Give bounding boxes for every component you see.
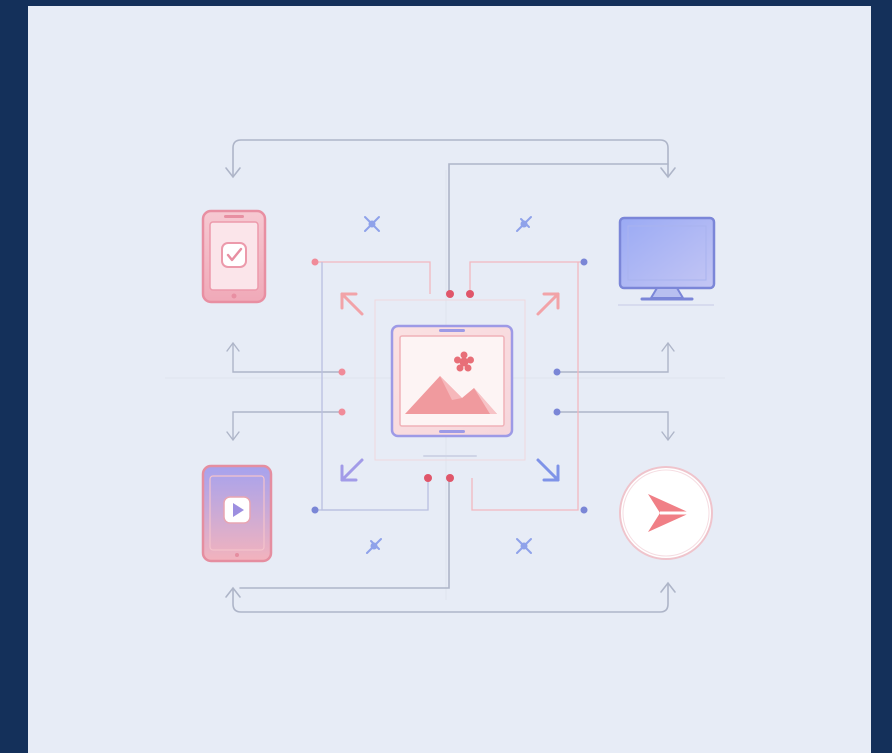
arrow-up-left-icon (340, 292, 364, 316)
sparkle-icon (516, 538, 532, 554)
share-arrow-icon (619, 466, 713, 560)
desktop-monitor-icon (618, 216, 716, 306)
image-frame-icon (390, 324, 514, 457)
sparkle-icon (516, 216, 532, 232)
arrow-down-left-icon (340, 458, 364, 482)
tablet-play-icon (201, 464, 273, 563)
device-sync-diagram (165, 139, 725, 613)
sparkle-icon (366, 538, 382, 554)
arrow-up-right-icon (536, 292, 560, 316)
smartphone-check-icon (201, 209, 267, 304)
arrow-down-right-icon (536, 458, 560, 482)
sparkle-icon (364, 216, 380, 232)
